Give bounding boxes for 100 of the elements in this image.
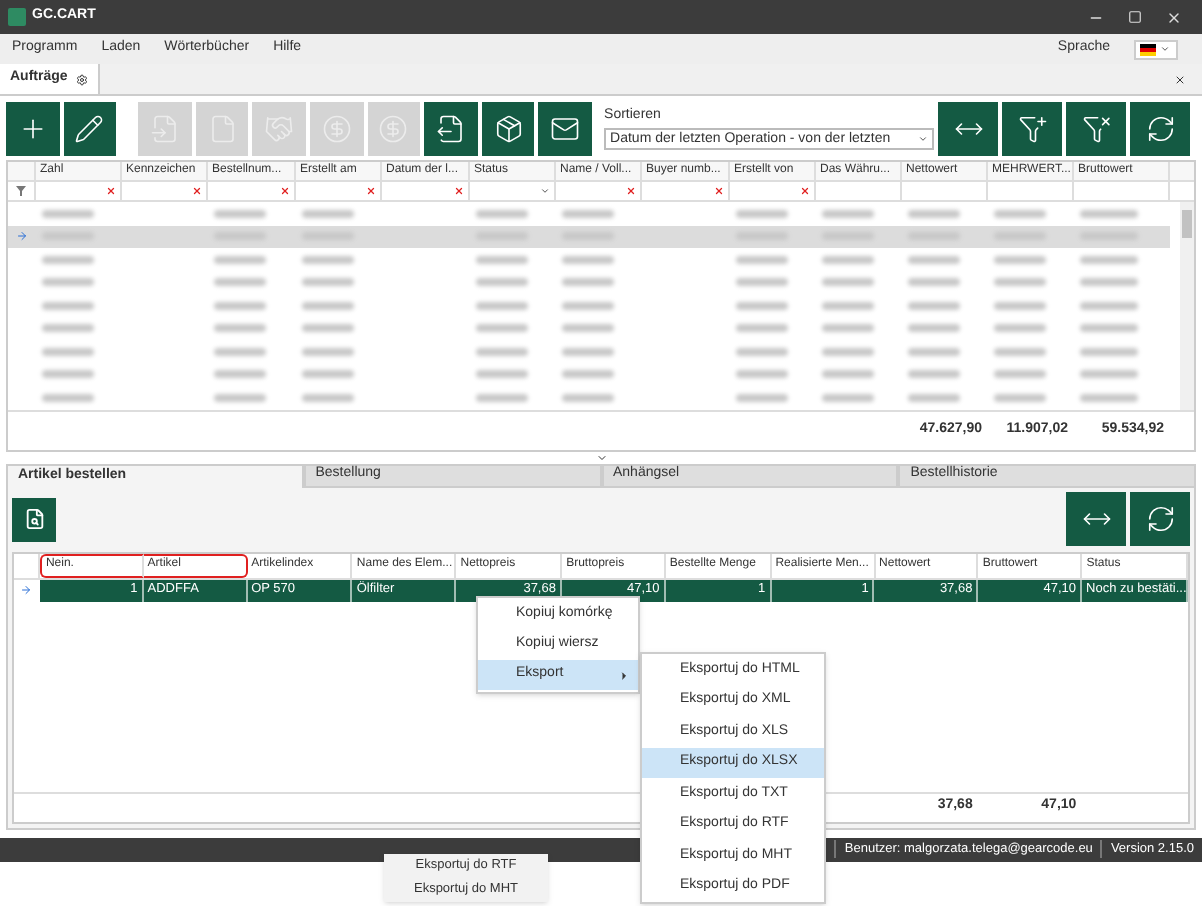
toolbar-button[interactable] [538,101,593,155]
toolbar-button[interactable] [1130,492,1190,546]
blurred-text [302,301,354,310]
blurred-text [214,255,267,264]
clear-filter-icon[interactable] [192,186,202,196]
blurred-text [302,209,354,218]
blurred-text [302,324,354,333]
coin-icon [321,113,352,143]
document-icon [207,113,238,143]
blurred-text [908,209,960,218]
blurred-text [214,324,267,333]
caret-icon [918,134,929,145]
blurred-text [822,209,874,218]
blurred-text [1080,278,1138,287]
settings-icon[interactable] [75,73,88,85]
current-row-icon [20,584,33,596]
preview-button[interactable] [12,497,56,541]
handshake-icon [264,113,295,143]
blurred-text [822,393,874,402]
refresh-icon [1145,504,1175,534]
blurred-text [1080,301,1138,310]
blurred-text [1080,255,1138,264]
blurred-text [562,393,614,402]
blurred-text [994,393,1046,402]
clear-filter-icon[interactable] [714,186,724,196]
blurred-text [42,393,94,402]
filter-plus-icon [1017,113,1048,143]
blurred-text [736,278,788,287]
toolbar-button[interactable] [481,101,535,155]
toolbar-button[interactable] [1002,101,1063,155]
order-row[interactable] [8,225,1170,248]
blurred-text [214,278,267,287]
blurred-text [562,347,614,356]
toolbar-button[interactable] [1066,492,1126,546]
blurred-text [736,370,788,379]
clear-filter-icon[interactable] [280,186,290,196]
blurred-text [476,278,528,287]
clear-filter-icon[interactable] [800,186,810,196]
blurred-text [562,370,614,379]
clear-filter-icon[interactable] [106,186,116,196]
maximize-icon[interactable] [1128,10,1142,24]
flag-icon [1140,43,1156,55]
current-row-icon [16,230,28,243]
toolbar-button[interactable] [938,101,999,155]
blurred-text [302,370,354,379]
blurred-text [562,278,614,287]
blurred-text [42,255,94,264]
blurred-text [476,370,528,379]
blurred-text [476,324,528,333]
blurred-text [476,347,528,356]
toolbar-button[interactable] [6,101,60,155]
blurred-text [994,301,1046,310]
blurred-text [822,370,874,379]
blurred-text [736,347,788,356]
refresh-icon [1145,113,1176,143]
blurred-text [1080,370,1138,379]
blurred-text [822,347,874,356]
blurred-text [908,370,960,379]
blurred-text [562,301,614,310]
blurred-text [214,347,267,356]
app-logo-icon [8,8,26,26]
blurred-text [214,209,267,218]
filter-clear-icon [1081,113,1112,143]
pencil-icon [74,113,105,143]
toolbar-button[interactable] [1066,101,1127,155]
blurred-text [1080,209,1138,218]
blurred-text [562,255,614,264]
blurred-text [42,278,94,287]
blurred-text [302,393,354,402]
blurred-text [822,255,874,264]
splitter-icon[interactable] [595,451,607,463]
submenu-arrow-icon [618,669,630,681]
clear-filter-icon[interactable] [366,186,376,196]
blurred-text [214,370,267,379]
blurred-text [736,393,788,402]
blurred-text [994,324,1046,333]
document-arrow-icon [436,113,467,143]
blurred-text [562,324,614,333]
blurred-text [476,301,528,310]
toolbar-button[interactable] [63,101,117,155]
blurred-text [736,301,788,310]
blurred-text [476,255,528,264]
caret-icon[interactable] [540,186,550,196]
blurred-text [476,209,528,218]
clear-filter-icon[interactable] [626,186,636,196]
toolbar-button[interactable] [424,101,478,155]
blurred-text [908,278,960,287]
toolbar-button[interactable] [1130,101,1191,155]
blurred-text [994,347,1046,356]
blurred-text [42,324,94,333]
blurred-text [822,324,874,333]
blurred-text [994,278,1046,287]
language-dropdown[interactable] [1134,39,1178,59]
close-icon[interactable] [1174,74,1186,86]
blurred-text [302,347,354,356]
clear-filter-icon[interactable] [454,186,464,196]
caret-icon [1160,44,1170,54]
blurred-text [822,301,874,310]
blurred-text [908,301,960,310]
blurred-text [1080,347,1138,356]
